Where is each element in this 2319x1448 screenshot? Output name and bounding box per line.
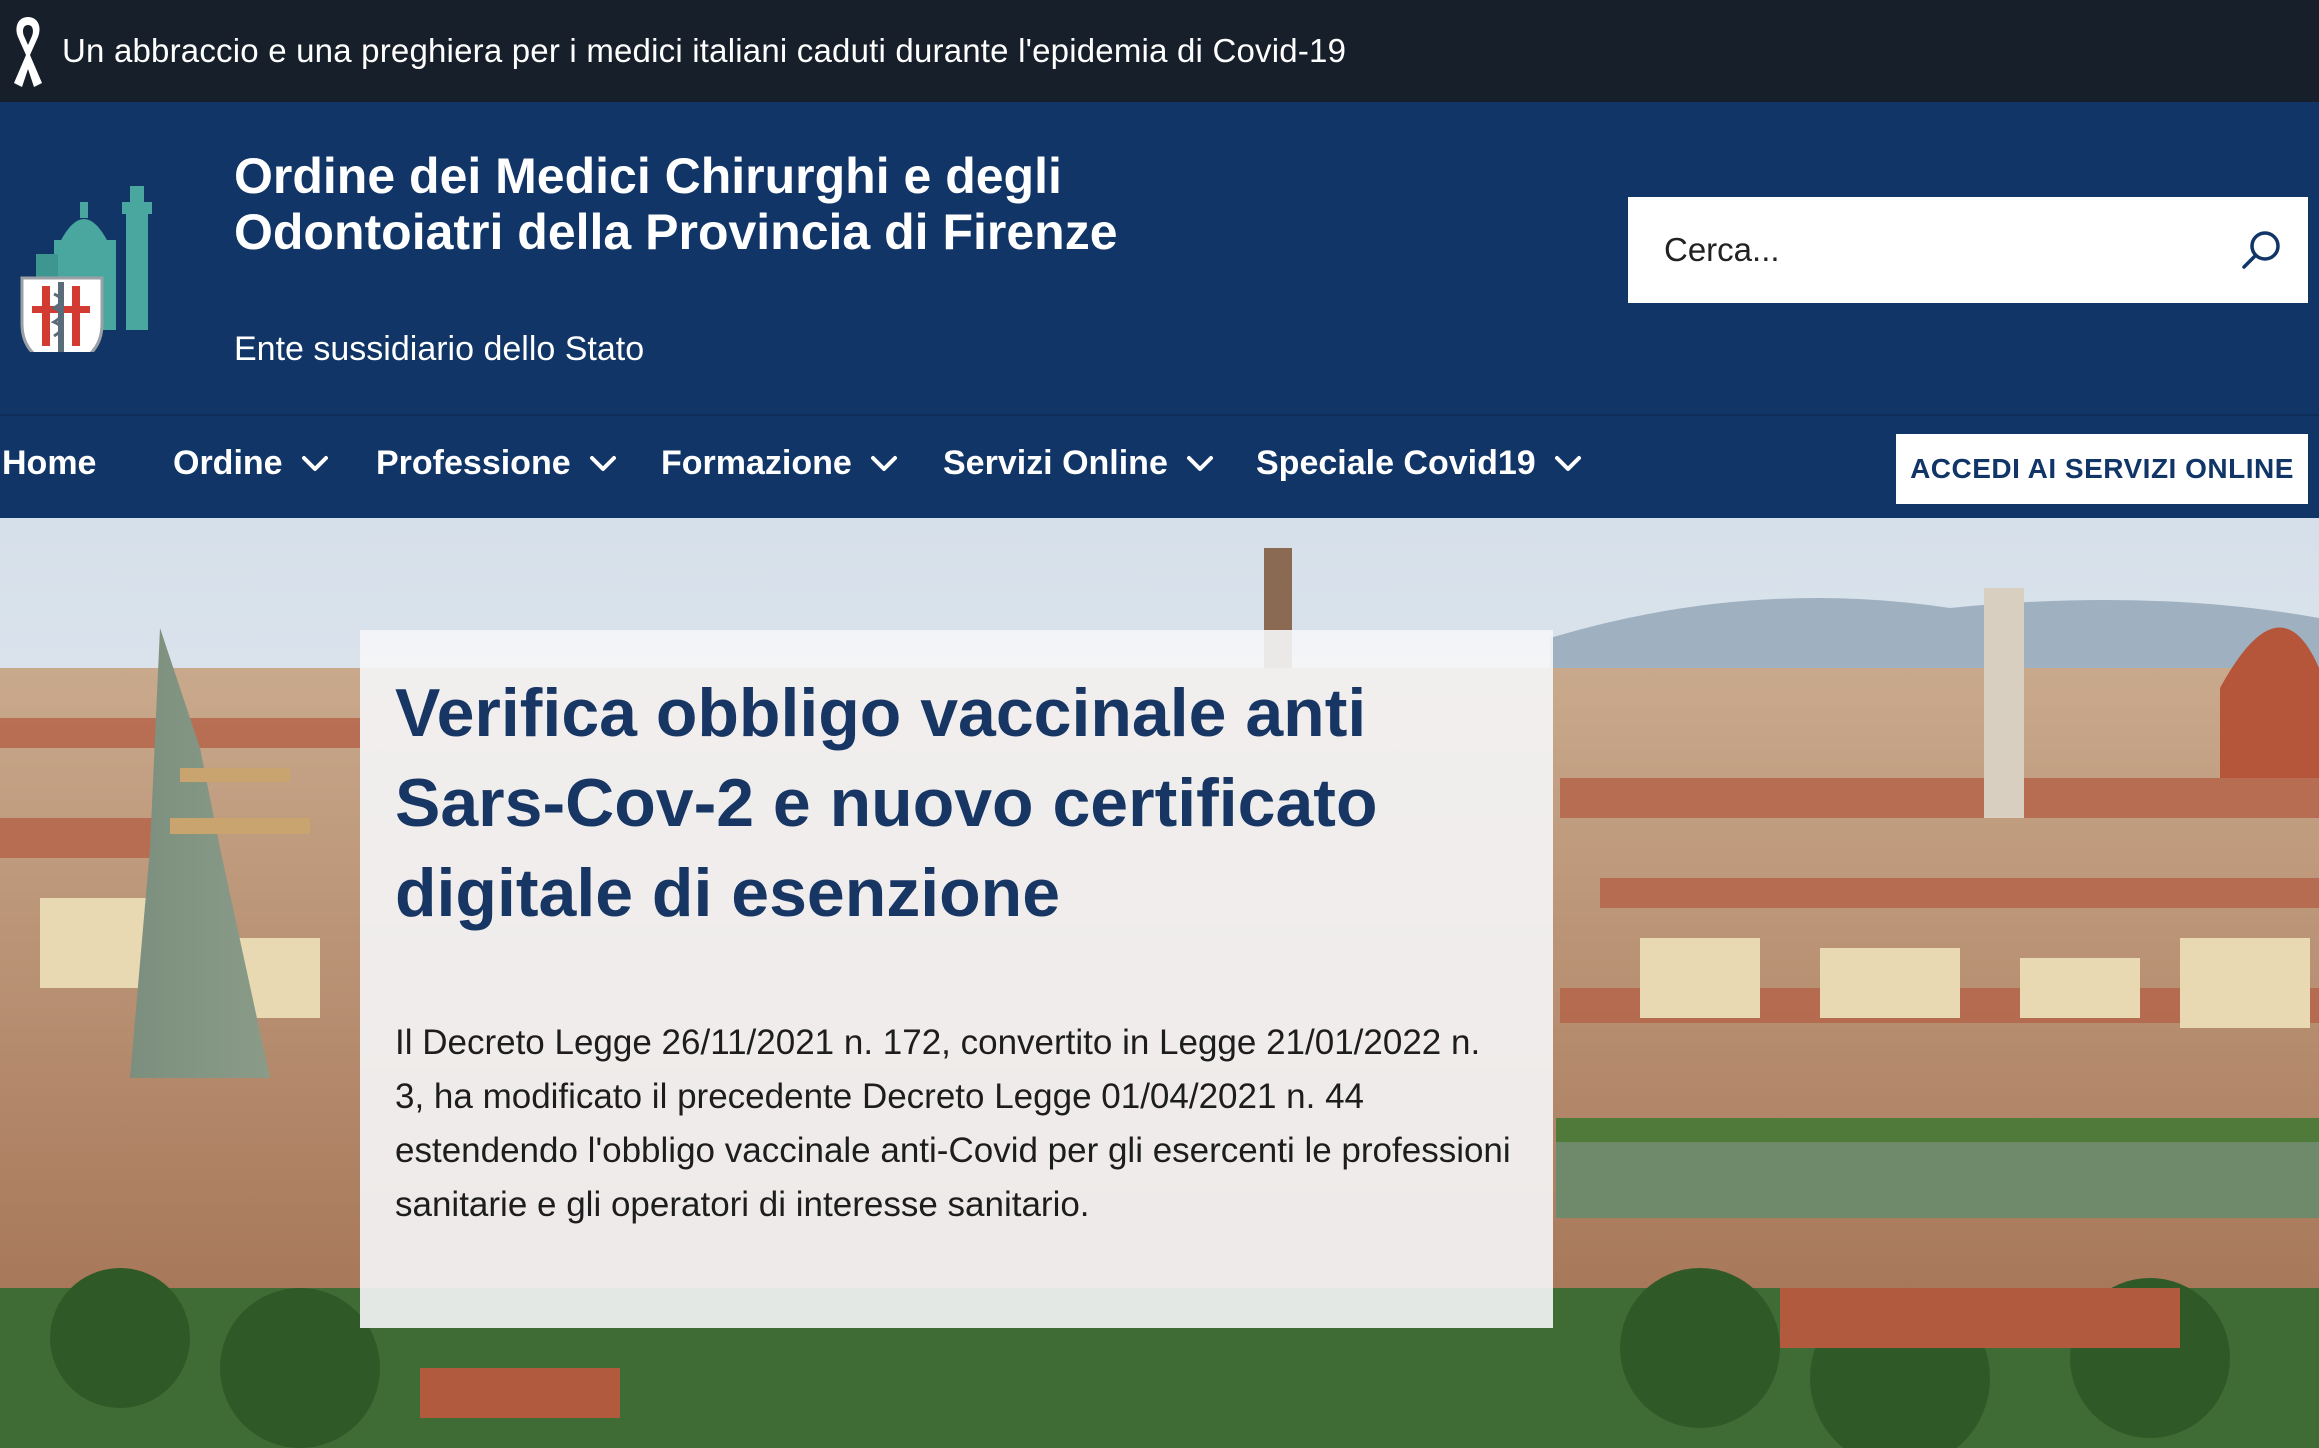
- nav-item-label: Formazione: [661, 444, 852, 482]
- site-subtitle: Ente sussidiario dello Stato: [234, 330, 645, 368]
- banner-message: Un abbraccio e una preghiera per i medic…: [62, 32, 1347, 69]
- site-header: Ordine dei Medici Chirurghi e degli Odon…: [0, 102, 2319, 414]
- nav-item-label: Speciale Covid19: [1256, 444, 1536, 482]
- search-box: [1628, 197, 2308, 303]
- chevron-down-icon: [1186, 455, 1213, 471]
- nav-item-label: Professione: [376, 444, 571, 482]
- nav-item-ordine[interactable]: Ordine: [173, 444, 329, 483]
- chevron-down-icon: [870, 455, 897, 471]
- nav-item-label: Home: [2, 444, 97, 482]
- nav-item-servizi-online[interactable]: Servizi Online: [943, 444, 1214, 483]
- main-navigation: Home Ordine Professione Formazione Servi…: [0, 414, 2319, 518]
- featured-news-heading[interactable]: Verifica obbligo vaccinale anti Sars-Cov…: [395, 668, 1519, 938]
- site-title[interactable]: Ordine dei Medici Chirurghi e degli Odon…: [234, 148, 1134, 260]
- nav-item-professione[interactable]: Professione: [376, 444, 617, 483]
- nav-item-home[interactable]: Home: [2, 444, 96, 483]
- nav-item-speciale-covid19[interactable]: Speciale Covid19: [1256, 444, 1582, 483]
- nav-item-label: Servizi Online: [943, 444, 1168, 482]
- featured-news-card[interactable]: Verifica obbligo vaccinale anti Sars-Cov…: [360, 630, 1553, 1328]
- hero-banner: Verifica obbligo vaccinale anti Sars-Cov…: [0, 518, 2319, 1448]
- order-logo[interactable]: [14, 182, 162, 370]
- search-icon[interactable]: [2238, 227, 2284, 273]
- chevron-down-icon: [301, 455, 328, 471]
- mourning-banner: Un abbraccio e una preghiera per i medic…: [0, 0, 2319, 102]
- access-online-services-button[interactable]: ACCEDI AI SERVIZI ONLINE: [1896, 434, 2308, 504]
- nav-item-formazione[interactable]: Formazione: [661, 444, 898, 483]
- chevron-down-icon: [1554, 455, 1581, 471]
- chevron-down-icon: [589, 455, 616, 471]
- nav-item-label: Ordine: [173, 444, 283, 482]
- search-input[interactable]: [1662, 230, 2206, 270]
- mourning-ribbon-icon: [4, 11, 52, 91]
- featured-news-summary: Il Decreto Legge 26/11/2021 n. 172, conv…: [395, 1023, 1511, 1224]
